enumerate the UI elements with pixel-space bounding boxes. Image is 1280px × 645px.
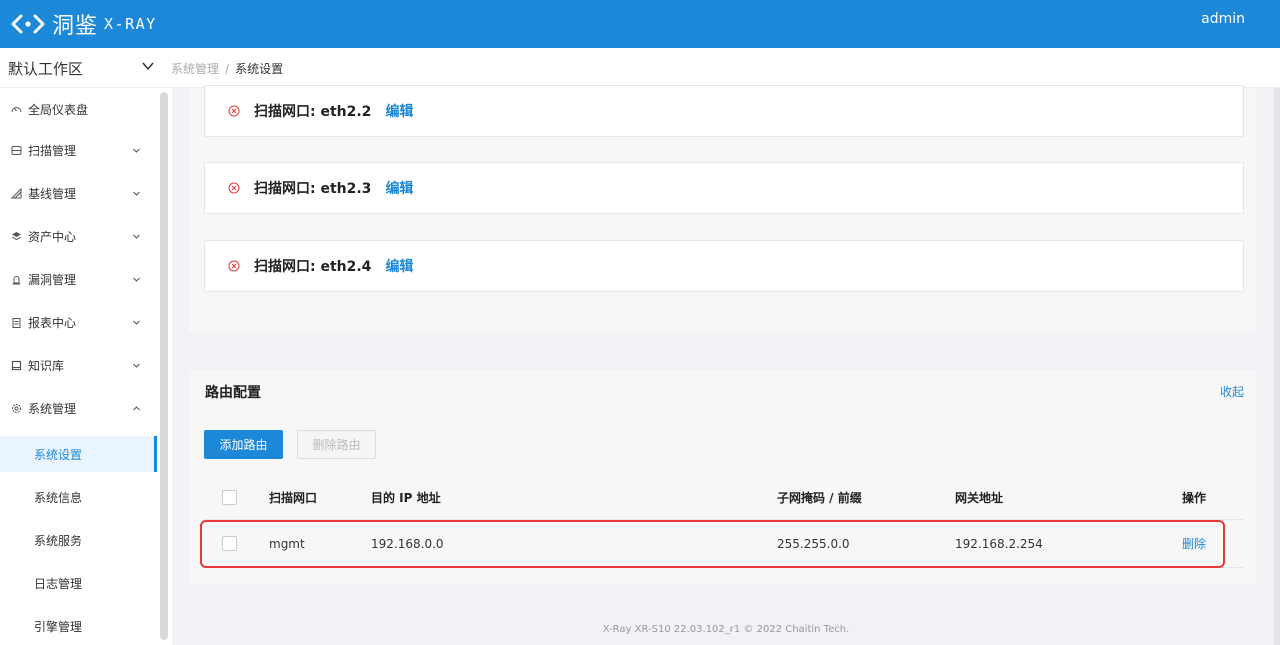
- column-header: 操作: [1182, 491, 1207, 505]
- chevron-up-icon: [133, 406, 140, 411]
- row-checkbox[interactable]: [222, 536, 237, 551]
- logo-text-en: X-RAY: [104, 15, 157, 33]
- add-route-button[interactable]: 添加路由: [204, 430, 283, 459]
- select-all-checkbox[interactable]: [222, 490, 237, 505]
- column-header: 子网掩码 / 前缀: [777, 491, 862, 505]
- top-bar: 洞鉴 X-RAY admin: [0, 0, 1280, 48]
- sidebar-item-baseline[interactable]: 基线管理: [0, 172, 157, 215]
- column-header: 网关地址: [955, 491, 1004, 505]
- column-header: 扫描网口: [269, 491, 318, 505]
- sidebar-item-label: 知识库: [28, 359, 65, 373]
- edit-link[interactable]: 编辑: [385, 178, 413, 198]
- footer: X-Ray XR-S10 22.03.102_r1 © 2022 Chaitin…: [602, 624, 850, 635]
- user-menu[interactable]: admin: [1201, 11, 1245, 27]
- chevron-down-icon: [133, 148, 140, 153]
- logo[interactable]: 洞鉴 X-RAY: [10, 8, 157, 40]
- sidebar-item-label: 资产中心: [28, 230, 77, 244]
- sidebar-item-label: 系统管理: [28, 402, 77, 416]
- row-select-cell: [222, 520, 237, 567]
- error-circle-icon: [228, 105, 240, 117]
- main-scrollbar[interactable]: [1274, 88, 1280, 645]
- sidebar-subitem-log-management[interactable]: 日志管理: [0, 565, 157, 601]
- sidebar-item-scan[interactable]: 扫描管理: [0, 129, 157, 172]
- chevron-down-icon: [133, 191, 140, 196]
- interface-title: 扫描网口: eth2.4: [254, 259, 372, 275]
- sidebar-item-vuln[interactable]: 漏洞管理: [0, 258, 157, 301]
- error-circle-icon: [228, 182, 240, 194]
- collapse-link[interactable]: 收起: [1220, 383, 1244, 400]
- dashboard-icon: [11, 107, 22, 113]
- sidebar-subitem-engine-management[interactable]: 引擎管理: [0, 608, 157, 644]
- breadcrumb: 系统管理 / 系统设置: [171, 60, 283, 77]
- main-content: 扫描网口: eth2.2 编辑 扫描网口: eth2.3 编辑 扫描网口: et…: [172, 85, 1280, 645]
- sidebar-scrollbar[interactable]: [160, 92, 168, 640]
- sidebar-item-label: 扫描管理: [28, 144, 77, 158]
- chevron-down-icon: [133, 277, 140, 282]
- table-header: 扫描网口 目的 IP 地址 子网掩码 / 前缀 网关地址 操作: [204, 476, 1244, 520]
- column-header: 目的 IP 地址: [371, 491, 441, 505]
- sidebar-item-dashboard[interactable]: 全局仪表盘: [0, 88, 157, 131]
- scan-icon: [11, 146, 22, 155]
- baseline-icon: [11, 188, 22, 199]
- asset-icon: [11, 232, 22, 241]
- logo-text-cn: 洞鉴: [52, 14, 99, 39]
- cell-gateway: 192.168.2.254: [955, 536, 1043, 551]
- breadcrumb-item-system-management[interactable]: 系统管理: [171, 62, 219, 76]
- cell-mask: 255.255.0.0: [777, 536, 850, 551]
- report-icon: [12, 318, 21, 328]
- workspace-selector[interactable]: 默认工作区: [8, 58, 83, 79]
- book-icon: [11, 360, 22, 371]
- section-title: 路由配置: [205, 385, 261, 401]
- chevron-down-icon: [133, 234, 140, 239]
- gear-icon: [12, 404, 21, 413]
- route-config-section: 路由配置 收起 添加路由 删除路由 扫描网口 目的 IP 地址 子网掩码 / 前…: [189, 370, 1256, 584]
- select-all-cell: [222, 476, 237, 519]
- interfaces-section: 扫描网口: eth2.2 编辑 扫描网口: eth2.3 编辑 扫描网口: et…: [189, 85, 1256, 332]
- sidebar-subitem-system-services[interactable]: 系统服务: [0, 522, 157, 558]
- code-brackets-icon: [11, 14, 45, 34]
- interface-card-eth2-2: 扫描网口: eth2.2 编辑: [204, 85, 1244, 137]
- interface-card-eth2-4: 扫描网口: eth2.4 编辑: [204, 240, 1244, 292]
- breadcrumb-separator: /: [225, 62, 230, 76]
- breadcrumb-item-current: 系统设置: [235, 62, 284, 76]
- sidebar-item-label: 基线管理: [28, 187, 77, 201]
- chevron-down-icon: [133, 363, 140, 368]
- row-delete-link[interactable]: 删除: [1182, 520, 1206, 567]
- sidebar-item-label: 漏洞管理: [28, 273, 77, 287]
- cell-dest-ip: 192.168.0.0: [371, 536, 444, 551]
- edit-link[interactable]: 编辑: [385, 101, 413, 121]
- sidebar-subitem-system-info[interactable]: 系统信息: [0, 479, 157, 515]
- interface-card-eth2-3: 扫描网口: eth2.3 编辑: [204, 162, 1244, 214]
- error-circle-icon: [228, 260, 240, 272]
- cell-iface: mgmt: [269, 536, 305, 551]
- edit-link[interactable]: 编辑: [385, 256, 413, 276]
- vuln-icon: [12, 276, 21, 285]
- sidebar-item-system[interactable]: 系统管理: [0, 387, 157, 430]
- workspace-bar: 默认工作区 系统管理 / 系统设置: [0, 48, 1280, 88]
- sidebar-item-knowledge[interactable]: 知识库: [0, 344, 157, 387]
- delete-route-button[interactable]: 删除路由: [297, 430, 376, 459]
- chevron-down-icon[interactable]: [141, 59, 155, 73]
- sidebar-item-reports[interactable]: 报表中心: [0, 301, 157, 344]
- sidebar-item-label: 全局仪表盘: [28, 103, 89, 117]
- sidebar-item-assets[interactable]: 资产中心: [0, 215, 157, 258]
- interface-title: 扫描网口: eth2.3: [254, 181, 372, 197]
- sidebar: 全局仪表盘 扫描管理 基线管理 资产中心 漏洞管理 报表中心 知识库 系统管理 …: [0, 88, 170, 645]
- table-row: mgmt 192.168.0.0 255.255.0.0 192.168.2.2…: [204, 520, 1244, 568]
- chevron-down-icon: [133, 320, 140, 325]
- sidebar-item-label: 报表中心: [28, 316, 77, 330]
- sidebar-subitem-system-settings[interactable]: 系统设置: [0, 436, 157, 472]
- interface-title: 扫描网口: eth2.2: [254, 104, 372, 120]
